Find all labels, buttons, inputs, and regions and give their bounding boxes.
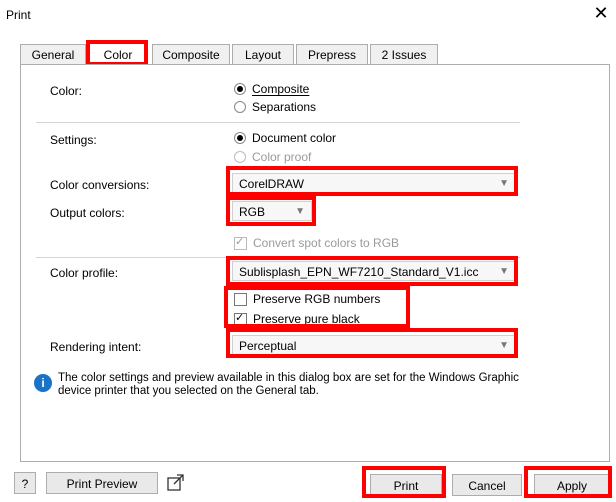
print-button-highlight bbox=[362, 466, 446, 498]
radio-dot bbox=[234, 101, 246, 113]
radio-dot bbox=[234, 83, 246, 95]
color-profile-label: Color profile: bbox=[50, 266, 119, 280]
convert-spot-label: Convert spot colors to RGB bbox=[253, 236, 400, 250]
radio-dot bbox=[234, 151, 246, 163]
color-conversions-highlight bbox=[226, 166, 518, 196]
radio-color-proof[interactable]: Color proof bbox=[234, 150, 311, 164]
rendering-intent-highlight bbox=[226, 328, 518, 358]
rendering-intent-label: Rendering intent: bbox=[50, 340, 142, 354]
color-conversions-label: Color conversions: bbox=[50, 178, 150, 192]
radio-document-color-label: Document color bbox=[252, 131, 337, 145]
radio-composite-label: Composite bbox=[252, 82, 310, 96]
close-icon[interactable]: ✕ bbox=[590, 2, 612, 24]
radio-color-proof-label: Color proof bbox=[252, 150, 312, 164]
preserve-options-highlight bbox=[224, 286, 410, 328]
info-message: i The color settings and preview availab… bbox=[34, 372, 554, 402]
radio-composite[interactable]: Composite bbox=[234, 82, 309, 96]
tab-composite[interactable]: Composite bbox=[152, 44, 230, 65]
convert-spot-checkbox[interactable]: Convert spot colors to RGB bbox=[234, 235, 400, 250]
help-button[interactable]: ? bbox=[14, 472, 36, 494]
color-label: Color: bbox=[50, 84, 83, 98]
radio-separations-label: Separations bbox=[252, 100, 317, 114]
tab-layout[interactable]: Layout bbox=[232, 44, 294, 65]
divider bbox=[36, 122, 520, 123]
apply-button-highlight bbox=[524, 466, 612, 498]
tab-color-highlight bbox=[86, 40, 148, 66]
tab-prepress[interactable]: Prepress bbox=[296, 44, 368, 65]
window-title: Print bbox=[6, 8, 31, 22]
settings-label: Settings: bbox=[50, 133, 97, 147]
radio-separations[interactable]: Separations bbox=[234, 100, 316, 114]
radio-dot bbox=[234, 132, 246, 144]
output-colors-highlight bbox=[226, 196, 316, 226]
output-colors-label: Output colors: bbox=[50, 206, 125, 220]
title-bar: Print ✕ bbox=[0, 0, 616, 28]
print-preview-button[interactable]: Print Preview bbox=[46, 472, 158, 494]
info-icon: i bbox=[34, 374, 52, 392]
open-in-new-icon[interactable] bbox=[165, 473, 187, 493]
tab-issues[interactable]: 2 Issues bbox=[370, 44, 438, 65]
info-text: The color settings and preview available… bbox=[58, 372, 519, 397]
cancel-button[interactable]: Cancel bbox=[452, 474, 522, 496]
tab-general[interactable]: General bbox=[20, 44, 86, 65]
checkbox-box bbox=[234, 235, 247, 250]
color-profile-highlight bbox=[226, 256, 518, 286]
radio-document-color[interactable]: Document color bbox=[234, 131, 336, 145]
